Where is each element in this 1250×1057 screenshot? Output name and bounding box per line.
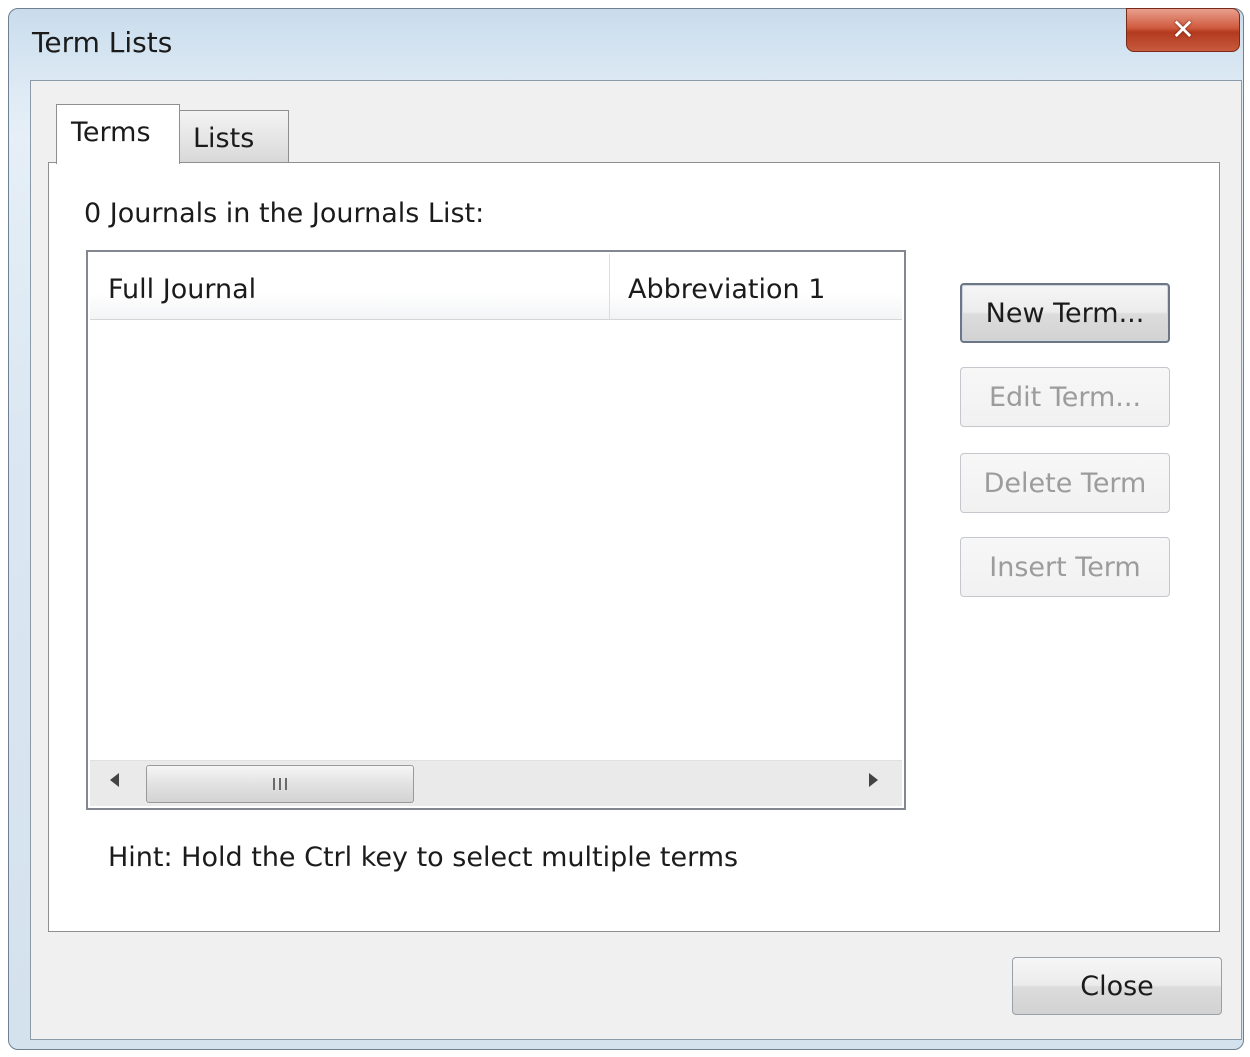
tab-terms[interactable]: Terms [56,104,180,164]
column-header-full-journal[interactable]: Full Journal [90,254,610,320]
horizontal-scrollbar[interactable] [90,760,902,806]
arrow-left-icon[interactable] [110,773,119,787]
scrollbar-grip-icon [273,778,287,790]
arrow-right-icon[interactable] [869,773,878,787]
window-title: Term Lists [32,26,173,59]
delete-term-button[interactable]: Delete Term [960,453,1170,513]
scrollbar-thumb[interactable] [146,765,414,803]
tab-lists[interactable]: Lists [178,110,289,162]
journals-count-label: 0 Journals in the Journals List: [84,198,485,229]
new-term-button[interactable]: New Term... [960,283,1170,343]
window-close-button[interactable]: ✕ [1126,8,1240,52]
close-icon: ✕ [1171,13,1195,46]
edit-term-button[interactable]: Edit Term... [960,367,1170,427]
terms-list-view[interactable]: Full Journal Abbreviation 1 [86,250,906,810]
insert-term-button[interactable]: Insert Term [960,537,1170,597]
hint-text: Hint: Hold the Ctrl key to select multip… [108,842,739,873]
column-header-abbreviation-1[interactable]: Abbreviation 1 [610,254,902,320]
close-button[interactable]: Close [1012,957,1222,1015]
